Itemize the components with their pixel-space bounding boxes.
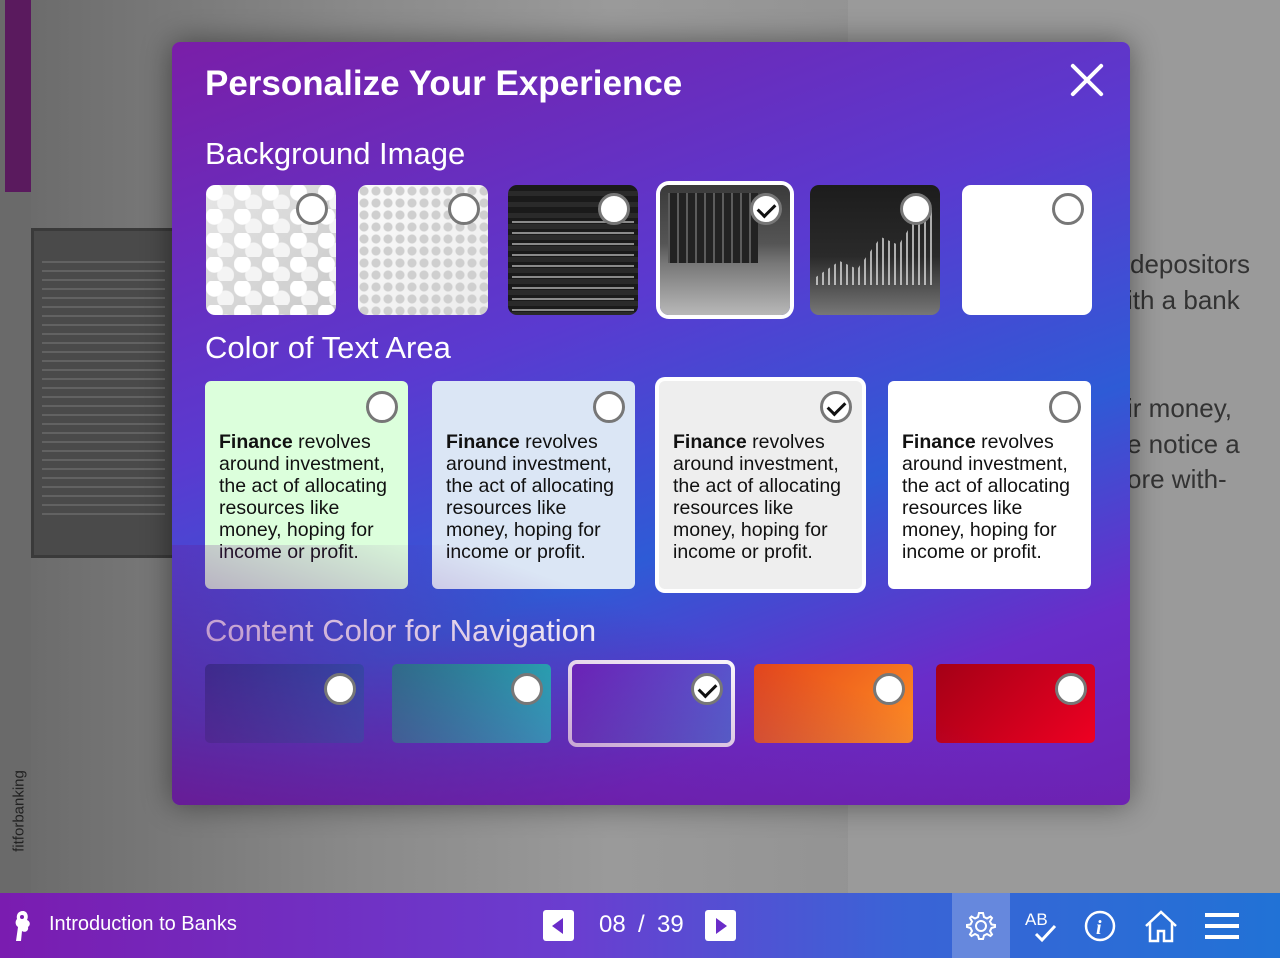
background-text-line: ith a bank	[1127, 285, 1240, 315]
personalize-modal: Personalize Your Experience Background I…	[172, 42, 1130, 805]
settings-button[interactable]	[952, 893, 1010, 958]
course-title: Introduction to Banks	[49, 913, 237, 935]
section-title-navigation-color: Content Color for Navigation	[205, 613, 597, 648]
svg-text:i: i	[1096, 917, 1102, 939]
home-button[interactable]	[1132, 893, 1190, 958]
background-text-line: e notice a	[1127, 429, 1240, 459]
bg-option-plain-white[interactable]	[962, 185, 1092, 315]
previous-page-button[interactable]	[543, 910, 574, 941]
radio-indicator	[296, 193, 328, 225]
radio-indicator	[873, 673, 905, 705]
svg-text:AB: AB	[1025, 910, 1048, 929]
radio-indicator	[448, 193, 480, 225]
spellcheck-icon: AB	[1025, 910, 1057, 942]
bg-option-dot-pattern[interactable]	[358, 185, 488, 315]
bg-option-candlestick-chart[interactable]	[810, 185, 940, 315]
background-text-line: ir money,	[1127, 393, 1232, 423]
radio-indicator	[1052, 193, 1084, 225]
page-separator: /	[638, 911, 645, 938]
bottom-navigation-bar: Introduction to Banks 08 / 39 AB i	[0, 893, 1280, 958]
home-icon	[1145, 909, 1177, 942]
sample-text: Finance revolves around investment, the …	[902, 431, 1071, 563]
text-color-option-green[interactable]: Finance revolves around investment, the …	[205, 381, 408, 589]
gear-icon	[966, 911, 996, 940]
radio-indicator	[598, 193, 630, 225]
info-button[interactable]: i	[1071, 893, 1129, 958]
nav-color-option-blue[interactable]	[205, 664, 364, 743]
nav-color-option-red[interactable]	[936, 664, 1095, 743]
nav-color-option-orange[interactable]	[754, 664, 913, 743]
text-color-option-blue[interactable]: Finance revolves around investment, the …	[432, 381, 635, 589]
text-size-button[interactable]: AB	[1012, 893, 1070, 958]
current-page-number: 08	[599, 911, 626, 938]
watermark: fitforbanking	[6, 756, 32, 866]
radio-indicator-checked	[820, 391, 852, 423]
section-title-text-area-color: Color of Text Area	[205, 330, 451, 365]
bg-option-hexagon-pattern[interactable]	[206, 185, 336, 315]
radio-indicator-checked	[691, 673, 723, 705]
section-title-background-image: Background Image	[205, 136, 466, 171]
nav-color-option-teal[interactable]	[392, 664, 551, 743]
background-text-line: depositors	[1130, 249, 1250, 279]
brand-logo-icon	[15, 911, 30, 941]
text-color-option-gray[interactable]: Finance revolves around investment, the …	[659, 381, 862, 589]
menu-button[interactable]	[1193, 893, 1251, 958]
radio-indicator	[324, 673, 356, 705]
radio-indicator-checked	[750, 193, 782, 225]
modal-title: Personalize Your Experience	[205, 64, 683, 103]
total-pages: 39	[657, 911, 684, 938]
bg-option-stock-ticker[interactable]	[508, 185, 638, 315]
text-color-option-white[interactable]: Finance revolves around investment, the …	[888, 381, 1091, 589]
radio-indicator	[1049, 391, 1081, 423]
watermark-text: fitforbanking	[10, 770, 28, 852]
radio-indicator	[1055, 673, 1087, 705]
bg-option-trading-desk[interactable]	[660, 185, 790, 315]
sample-text: Finance revolves around investment, the …	[673, 431, 842, 563]
radio-indicator	[593, 391, 625, 423]
info-icon: i	[1084, 910, 1116, 941]
radio-indicator	[366, 391, 398, 423]
radio-indicator	[511, 673, 543, 705]
sample-text: Finance revolves around investment, the …	[219, 431, 388, 563]
nav-color-option-purple[interactable]	[572, 664, 731, 743]
next-page-button[interactable]	[705, 910, 736, 941]
background-text-line: ore with-	[1127, 464, 1227, 494]
left-accent-bar	[5, 0, 31, 192]
background-monitor	[31, 228, 176, 558]
radio-indicator	[900, 193, 932, 225]
close-icon[interactable]	[1067, 60, 1107, 100]
menu-icon	[1205, 912, 1239, 939]
sample-text: Finance revolves around investment, the …	[446, 431, 615, 563]
